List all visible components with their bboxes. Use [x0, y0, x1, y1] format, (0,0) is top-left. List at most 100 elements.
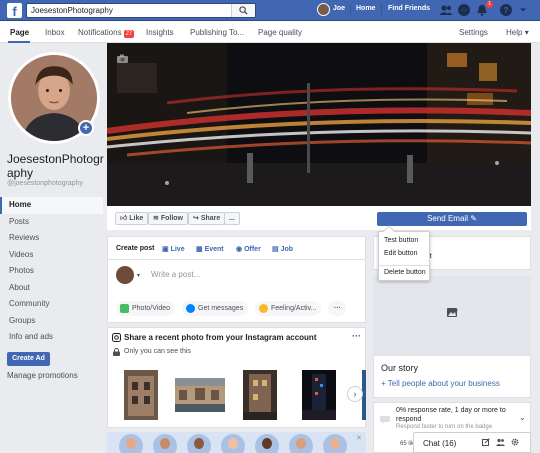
tab-job[interactable]: ▤ Job — [272, 245, 293, 253]
friend-requests-icon[interactable] — [439, 3, 453, 17]
composer-avatar[interactable] — [116, 266, 134, 284]
user-name-link[interactable]: Joe — [333, 5, 345, 12]
find-friends-link[interactable]: Find Friends — [388, 5, 430, 12]
tab-live[interactable]: ▣ Live — [162, 245, 185, 253]
sidebar-item-groups[interactable]: Groups — [0, 313, 103, 330]
share-label: Share — [200, 215, 221, 222]
response-rate-text: 0% response rate, 1 day or more to respo… — [396, 407, 506, 423]
follow-label: Follow — [160, 215, 183, 222]
add-photo-icon — [447, 308, 458, 317]
feeling-activity-button[interactable]: Feeling/Activ... — [255, 301, 322, 316]
page-handle[interactable]: @joesestonphotography — [7, 180, 83, 187]
share-icon: ↪ — [193, 215, 199, 222]
carousel-next-button[interactable]: › — [347, 386, 363, 402]
tell-people-link[interactable]: + Tell people about your business — [381, 379, 500, 388]
tab-help[interactable]: Help ▾ — [506, 28, 529, 37]
tab-publishing-tools[interactable]: Publishing To... — [190, 28, 244, 37]
divider — [350, 4, 351, 16]
send-email-label: Send Email — [427, 214, 468, 223]
account-menu-arrow-icon[interactable] — [518, 3, 528, 17]
create-ad-button[interactable]: Create Ad — [7, 352, 50, 366]
tab-offer[interactable]: ◉ Offer — [236, 245, 261, 253]
cover-photo[interactable] — [107, 43, 531, 206]
lock-icon — [113, 348, 120, 356]
camera-icon[interactable] — [117, 54, 128, 63]
chevron-down-icon[interactable]: ⌄ — [519, 413, 526, 422]
tab-create-post[interactable]: Create post — [116, 245, 155, 252]
instagram-photo[interactable] — [175, 378, 225, 412]
sidebar-item-about[interactable]: About — [0, 280, 103, 297]
photo-video-button[interactable]: Photo/Video — [116, 301, 176, 316]
menu-item-delete-button[interactable]: Delete button — [384, 269, 426, 276]
messenger-icon[interactable] — [457, 3, 471, 17]
sidebar-item-posts[interactable]: Posts — [0, 214, 103, 231]
more-options-button[interactable]: ··· — [328, 301, 346, 316]
send-email-button[interactable]: Send Email ✎ — [377, 212, 527, 226]
menu-item-test-button[interactable]: Test button — [384, 237, 418, 244]
visibility-note: Only you can see this — [124, 348, 191, 355]
instagram-share-card: Share a recent photo from your Instagram… — [107, 327, 366, 428]
instagram-photo[interactable] — [124, 370, 158, 420]
likes-count: 65 lik — [400, 441, 415, 447]
user-avatar[interactable] — [317, 3, 330, 16]
tab-settings[interactable]: Settings — [459, 28, 488, 37]
left-navigation: Home Posts Reviews Videos Photos About Communi… — [0, 197, 103, 346]
instagram-photo[interactable] — [243, 370, 277, 420]
create-group-icon[interactable] — [496, 438, 505, 446]
search-box[interactable]: JoesestonPhotography — [26, 3, 256, 18]
cover-photo-image — [107, 43, 531, 206]
more-actions-button[interactable]: ... — [224, 212, 240, 225]
sidebar-item-reviews[interactable]: Reviews — [0, 230, 103, 247]
get-messages-button[interactable]: Get messages — [182, 301, 249, 316]
search-button[interactable] — [231, 4, 255, 17]
get-messages-label: Get messages — [198, 305, 244, 312]
share-button[interactable]: ↪ Share — [188, 212, 226, 225]
rss-icon: ≋ — [153, 215, 159, 222]
tab-notifications[interactable]: Notifications 27 — [78, 28, 135, 38]
follow-button[interactable]: ≋ Follow — [148, 212, 188, 225]
tab-job-label: Job — [280, 246, 294, 253]
tab-insights[interactable]: Insights — [146, 28, 174, 37]
sidebar-item-community[interactable]: Community — [0, 296, 103, 313]
sidebar-item-home[interactable]: Home — [0, 197, 103, 214]
menu-divider — [379, 265, 429, 266]
pencil-icon: ✎ — [470, 214, 477, 223]
tab-event[interactable]: ▦ Event — [196, 245, 224, 253]
gear-icon[interactable] — [511, 438, 519, 446]
tab-help-label: Help — [506, 28, 523, 37]
new-message-icon[interactable] — [482, 438, 490, 446]
like-button[interactable]: 👍︎ Like — [115, 212, 149, 225]
response-rate-subtext: Respond faster to turn on the badge — [396, 424, 493, 430]
svg-text:?: ? — [504, 6, 509, 15]
close-icon[interactable]: ✕ — [356, 434, 362, 442]
instagram-photo[interactable] — [302, 370, 336, 420]
home-link[interactable]: Home — [356, 5, 375, 12]
create-post-card: Create post ▣ Live ▦ Event ◉ Offer ▤ Job… — [107, 236, 366, 323]
calendar-icon: ▦ — [196, 246, 203, 253]
menu-item-edit-button[interactable]: Edit button — [384, 250, 417, 257]
write-post-input[interactable]: Write a post... — [151, 270, 200, 279]
notification-badge: 1 — [486, 1, 493, 8]
like-label: Like — [129, 215, 144, 222]
tab-page-quality[interactable]: Page quality — [258, 28, 302, 37]
facebook-logo-icon[interactable]: f — [7, 3, 22, 19]
thumbs-up-icon: 👍︎ — [120, 215, 128, 222]
manage-promotions-link[interactable]: Manage promotions — [7, 371, 78, 380]
page-title: JoesestonPhotography — [7, 152, 104, 180]
search-input[interactable]: JoesestonPhotography — [31, 6, 113, 15]
smiley-icon — [259, 304, 268, 313]
person-illustration — [187, 434, 211, 453]
tab-page[interactable]: Page — [10, 28, 29, 37]
story-cover-placeholder[interactable] — [373, 276, 531, 356]
tab-event-label: Event — [204, 246, 224, 253]
card-options-button[interactable]: ··· — [352, 331, 361, 341]
chevron-down-icon[interactable]: ▾ — [137, 272, 140, 279]
sidebar-item-info-and-ads[interactable]: Info and ads — [0, 329, 103, 346]
sidebar-item-videos[interactable]: Videos — [0, 247, 103, 264]
add-profile-photo-button[interactable]: + — [78, 120, 94, 136]
help-icon[interactable]: ? — [499, 3, 513, 17]
tab-inbox[interactable]: Inbox — [45, 28, 65, 37]
sidebar-item-photos[interactable]: Photos — [0, 263, 103, 280]
chat-bar[interactable]: Chat (16) — [413, 432, 531, 453]
person-illustration — [153, 434, 177, 453]
